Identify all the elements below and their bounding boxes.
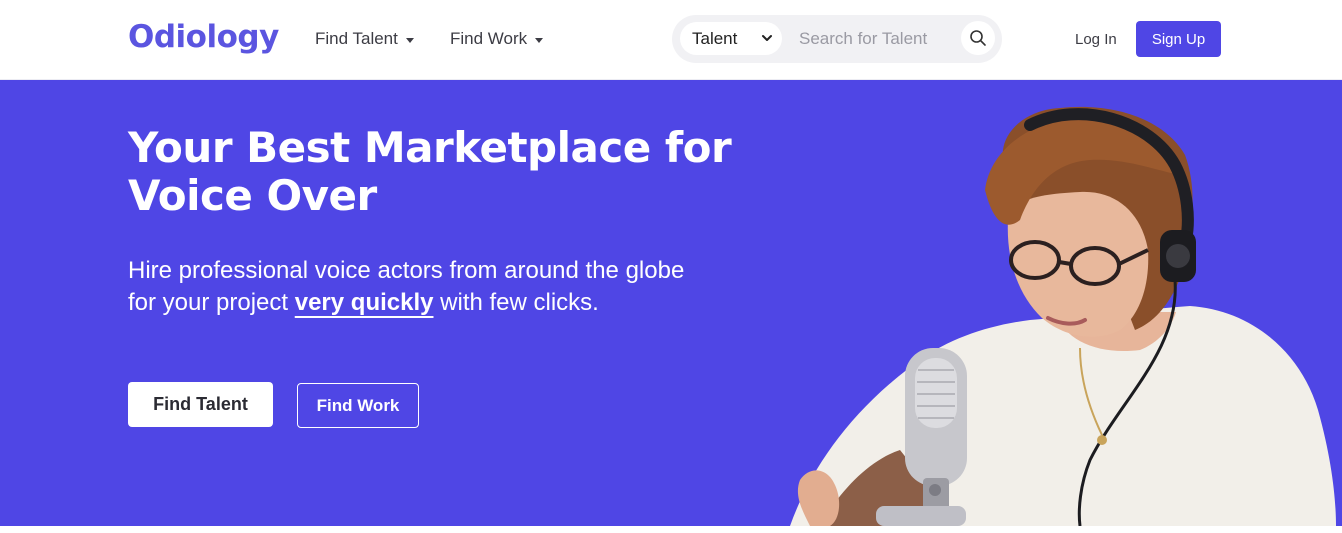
nav-find-talent[interactable]: Find Talent <box>315 29 414 49</box>
search-type-select[interactable]: Talent <box>680 22 782 55</box>
nav-find-work[interactable]: Find Work <box>450 29 544 49</box>
hero-subtitle: Hire professional voice actors from arou… <box>128 255 703 319</box>
nav-find-talent-label: Find Talent <box>315 29 398 48</box>
signup-button[interactable]: Sign Up <box>1136 21 1221 57</box>
login-link[interactable]: Log In <box>1075 31 1117 48</box>
caret-down-icon <box>535 37 544 43</box>
page-bottom-strip <box>0 526 1342 533</box>
nav-find-work-label: Find Work <box>450 29 528 48</box>
caret-down-icon <box>405 37 414 43</box>
top-navbar: Odiology Find Talent Find Work Talent Se… <box>0 0 1342 80</box>
search-type-value: Talent <box>692 28 738 48</box>
hero-subtitle-end: with few clicks. <box>433 289 599 316</box>
find-work-button[interactable]: Find Work <box>297 383 419 428</box>
hero-subtitle-emphasis: very quickly <box>294 289 434 316</box>
chevron-down-icon <box>762 35 772 41</box>
hero-headline: Your Best Marketplace for Voice Over <box>128 123 732 220</box>
hero-image <box>790 106 1336 526</box>
brand-logo[interactable]: Odiology <box>128 19 279 55</box>
search-icon <box>970 30 986 46</box>
find-talent-button[interactable]: Find Talent <box>128 382 273 427</box>
search-bar: Talent Search for Talent <box>672 15 1002 63</box>
hero-section: Your Best Marketplace for Voice Over Hir… <box>0 80 1342 526</box>
search-input[interactable]: Search for Talent <box>799 29 927 49</box>
search-button[interactable] <box>961 21 995 55</box>
